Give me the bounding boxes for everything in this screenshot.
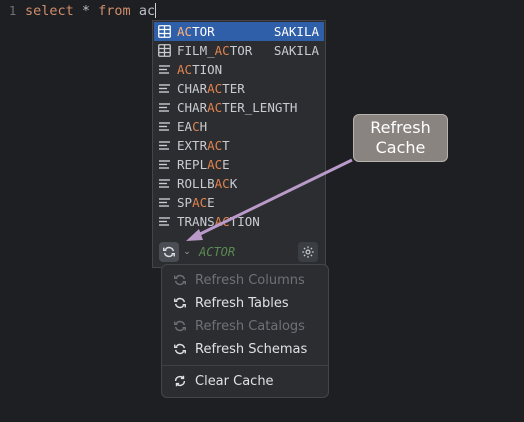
refresh-cache-callout: Refresh Cache [353, 114, 448, 162]
callout-line-2: Cache [375, 138, 426, 157]
callout-arrow [186, 158, 353, 241]
callout-line-1: Refresh [370, 118, 431, 137]
